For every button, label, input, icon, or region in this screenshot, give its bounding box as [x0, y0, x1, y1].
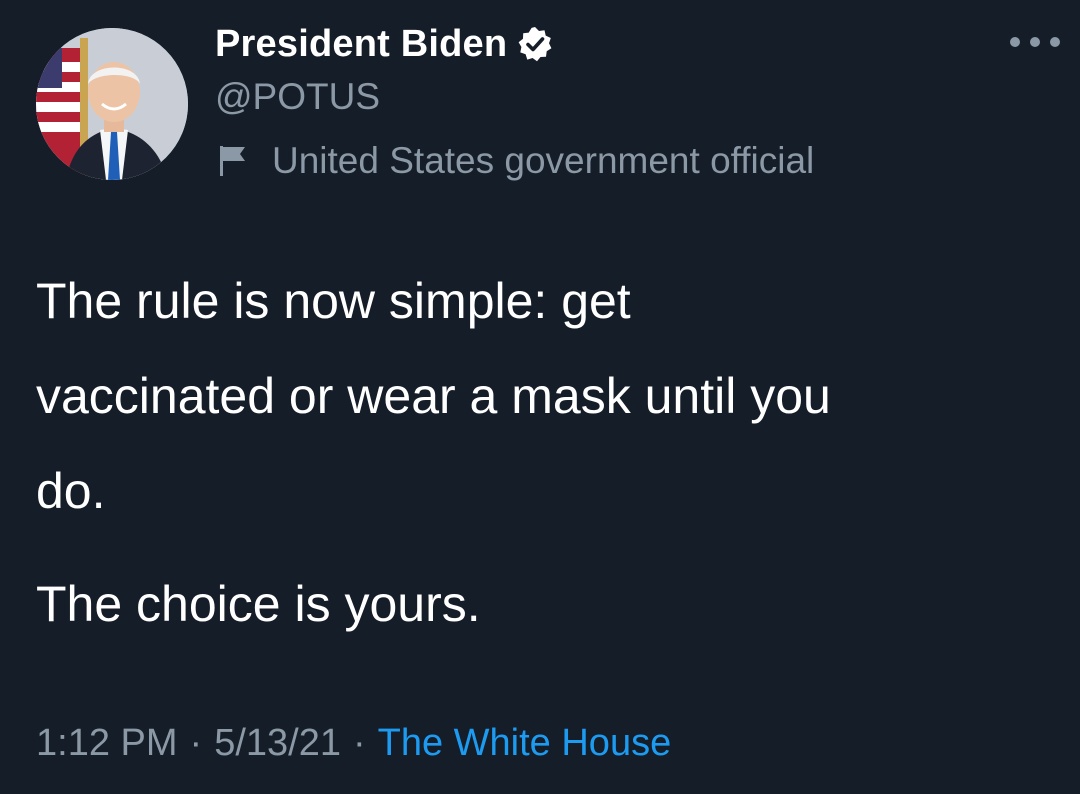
author-display-name[interactable]: President Biden: [215, 23, 507, 66]
account-label[interactable]: United States government official: [218, 138, 814, 184]
tweet-text: The rule is now simple: get vaccinated o…: [36, 254, 1046, 652]
author-name-row[interactable]: President Biden: [215, 20, 553, 68]
flag-icon: [218, 144, 248, 178]
tweet-metadata: 1:12 PM · 5/13/21 · The White House: [36, 718, 671, 768]
tweet-date[interactable]: 5/13/21: [214, 722, 341, 765]
tweet-source-link[interactable]: The White House: [378, 722, 672, 765]
tweet-paragraph: The choice is yours.: [36, 576, 481, 632]
meta-separator: ·: [189, 721, 203, 764]
tweet-time[interactable]: 1:12 PM: [36, 722, 178, 765]
avatar[interactable]: [36, 28, 188, 180]
tweet-card: President Biden @POTUS United States gov…: [0, 0, 1080, 794]
verified-badge-icon: [517, 26, 553, 62]
account-label-text: United States government official: [272, 140, 815, 181]
author-handle[interactable]: @POTUS: [215, 76, 380, 118]
tweet-paragraph: The rule is now simple: get vaccinated o…: [36, 273, 831, 519]
more-horizontal-icon: [1030, 37, 1040, 47]
meta-separator: ·: [352, 721, 366, 764]
avatar-portrait: [36, 28, 188, 180]
more-horizontal-icon: [1010, 37, 1020, 47]
more-options-button[interactable]: [1010, 30, 1060, 54]
more-horizontal-icon: [1050, 37, 1060, 47]
